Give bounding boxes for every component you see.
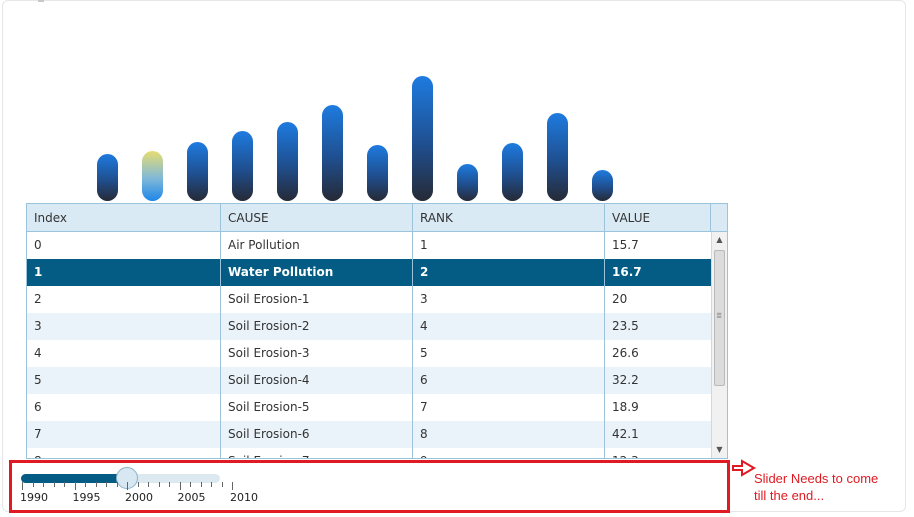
cell-cause: Soil Erosion-4 xyxy=(221,367,413,394)
cell-rank: 5 xyxy=(413,340,605,367)
cell-rank: 2 xyxy=(413,259,605,286)
chart-bar-4[interactable] xyxy=(277,122,298,201)
scrollbar-thumb[interactable]: ═ ═ xyxy=(714,250,725,386)
cell-rank: 9 xyxy=(413,448,605,458)
column-header-index[interactable]: Index xyxy=(27,204,221,231)
cell-rank: 7 xyxy=(413,394,605,421)
table-row[interactable]: 0 Air Pollution 1 15.7 xyxy=(27,232,711,259)
chart-bar-0[interactable] xyxy=(97,154,118,201)
cell-rank: 4 xyxy=(413,313,605,340)
cell-rank: 8 xyxy=(413,421,605,448)
chart-bar-6[interactable] xyxy=(367,144,388,201)
pill-bar-chart xyxy=(0,0,914,205)
table-row[interactable]: 2 Soil Erosion-1 3 20 xyxy=(27,286,711,313)
cell-index: 7 xyxy=(27,421,221,448)
cell-value: 20 xyxy=(612,292,628,306)
annotation-note: Slider Needs to come till the end... xyxy=(754,470,904,504)
cell-value: 32.2 xyxy=(612,373,639,387)
cell-index: 8 xyxy=(27,448,221,458)
scroll-up-arrow-icon[interactable]: ▲ xyxy=(712,232,727,248)
chart-bar-11[interactable] xyxy=(592,170,613,201)
cell-value: 26.6 xyxy=(612,346,639,360)
cell-cause: Soil Erosion-6 xyxy=(221,421,413,448)
annotation-line-2: till the end... xyxy=(754,488,825,503)
chart-bar-3[interactable] xyxy=(232,131,253,201)
cell-index: 6 xyxy=(27,394,221,421)
cell-cause: Water Pollution xyxy=(221,259,413,286)
chart-bar-5[interactable] xyxy=(322,105,343,201)
chart-bar-9[interactable] xyxy=(502,143,523,201)
cell-cause: Soil Erosion-5 xyxy=(221,394,413,421)
table-row[interactable]: 7 Soil Erosion-6 8 42.1 xyxy=(27,421,711,448)
chart-bar-8[interactable] xyxy=(457,164,478,201)
cell-index: 0 xyxy=(27,232,221,259)
table-row[interactable]: 4 Soil Erosion-3 5 26.6 xyxy=(27,340,711,367)
cell-cause: Soil Erosion-2 xyxy=(221,313,413,340)
column-header-value[interactable]: VALUE xyxy=(605,204,711,231)
scroll-down-arrow-icon[interactable]: ▼ xyxy=(712,442,727,458)
column-header-cause[interactable]: CAUSE xyxy=(221,204,413,231)
cell-value: 16.7 xyxy=(612,265,642,279)
cell-cause: Air Pollution xyxy=(221,232,413,259)
grid-body: 0 Air Pollution 1 15.7 1 Water Pollution 2 16.7… xyxy=(27,232,711,458)
cell-value: 12.3 xyxy=(605,448,711,458)
annotation-arrow-icon xyxy=(732,459,756,477)
grid-header: Index CAUSE RANK VALUE xyxy=(27,204,727,232)
cell-index: 3 xyxy=(27,313,221,340)
data-grid: Index CAUSE RANK VALUE 0 Air Pollution 1 15… xyxy=(26,203,728,459)
annotation-highlight-box xyxy=(9,460,730,513)
table-row[interactable]: 5 Soil Erosion-4 6 32.2 xyxy=(27,367,711,394)
cell-index: 4 xyxy=(27,340,221,367)
chart-bar-1[interactable] xyxy=(142,151,163,201)
chart-bar-7[interactable] xyxy=(412,76,433,201)
column-header-rank[interactable]: RANK xyxy=(413,204,605,231)
cell-value: 23.5 xyxy=(612,319,639,333)
chart-bar-10[interactable] xyxy=(547,112,568,201)
table-row[interactable]: 8Soil Erosion-7912.3 xyxy=(27,448,711,458)
annotation-line-1: Slider Needs to come xyxy=(754,471,879,486)
cell-index: 1 xyxy=(27,259,221,286)
cell-cause: Soil Erosion-7 xyxy=(221,448,413,458)
table-row[interactable]: 6 Soil Erosion-5 7 18.9 xyxy=(27,394,711,421)
cell-value: 15.7 xyxy=(612,238,639,252)
cell-cause: Soil Erosion-1 xyxy=(221,286,413,313)
table-row[interactable]: 1 Water Pollution 2 16.7 xyxy=(27,259,711,286)
grip-icon: ═ ═ xyxy=(717,310,722,321)
cell-index: 5 xyxy=(27,367,221,394)
cell-rank: 1 xyxy=(413,232,605,259)
cell-cause: Soil Erosion-3 xyxy=(221,340,413,367)
cell-index: 2 xyxy=(27,286,221,313)
cell-value: 42.1 xyxy=(612,427,639,441)
vertical-scrollbar[interactable]: ▲ ═ ═ ▼ xyxy=(711,232,727,458)
cell-value: 18.9 xyxy=(612,400,639,414)
cell-rank: 3 xyxy=(413,286,605,313)
chart-bar-2[interactable] xyxy=(187,141,208,201)
cell-rank: 6 xyxy=(413,367,605,394)
table-row[interactable]: 3 Soil Erosion-2 4 23.5 xyxy=(27,313,711,340)
